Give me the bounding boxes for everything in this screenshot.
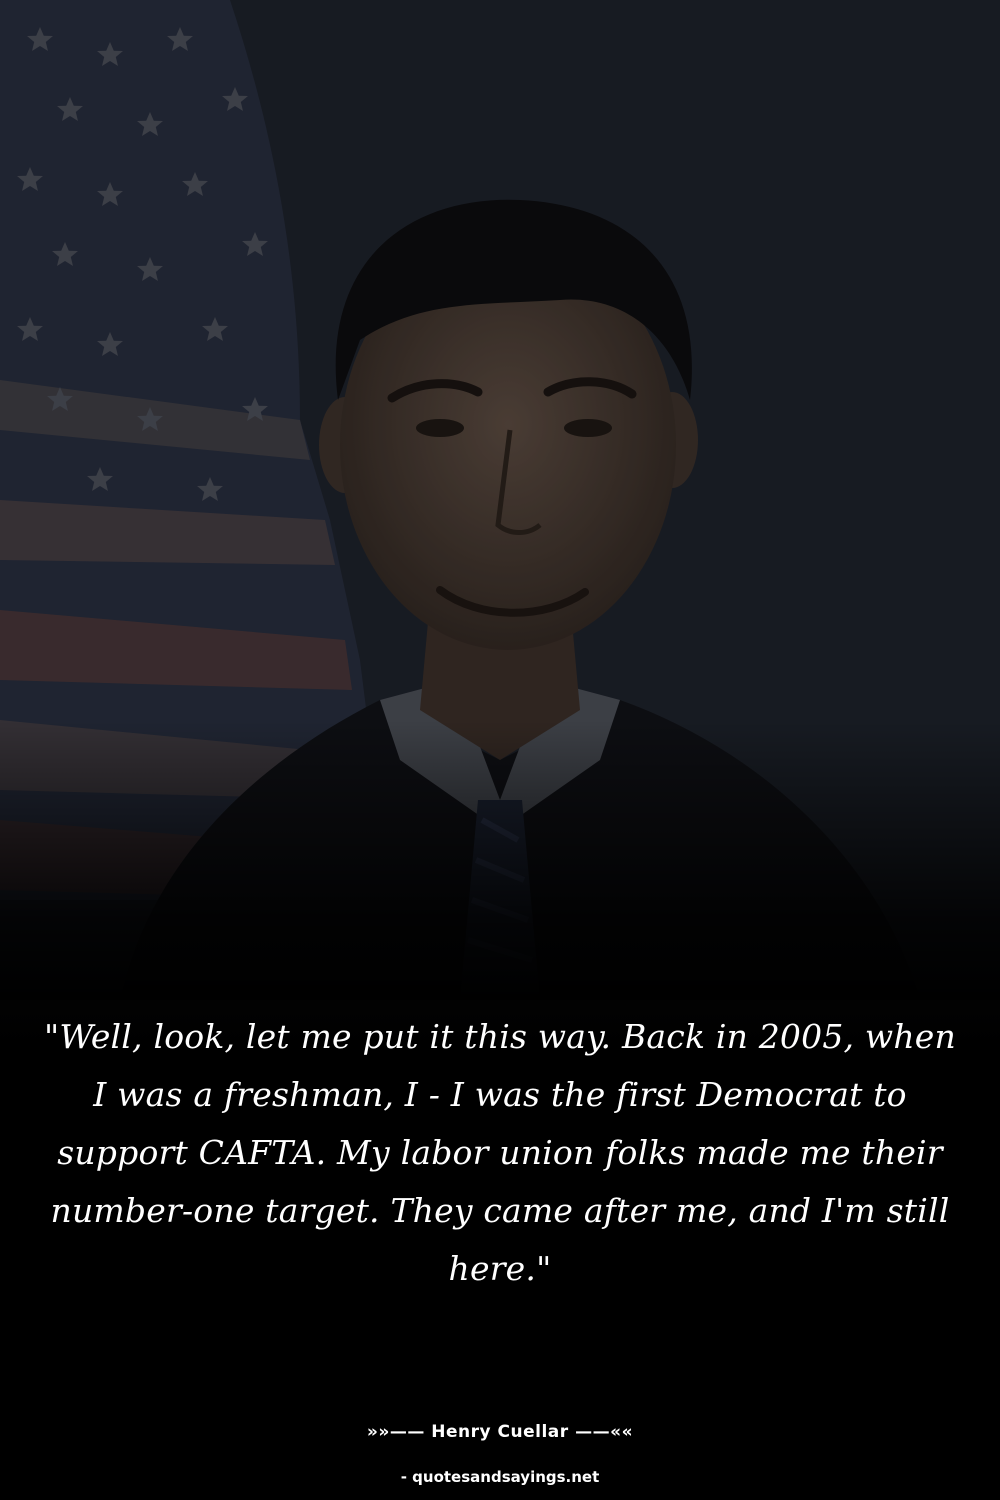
portrait-photo — [0, 0, 1000, 1000]
source-credit: - quotesandsayings.net — [400, 1468, 600, 1486]
quote-author: »»—— Henry Cuellar ——«« — [366, 1422, 634, 1442]
quote-poster: "Well, look, let me put it this way. Bac… — [0, 0, 1000, 1500]
quote-text: "Well, look, let me put it this way. Bac… — [44, 1017, 956, 1288]
